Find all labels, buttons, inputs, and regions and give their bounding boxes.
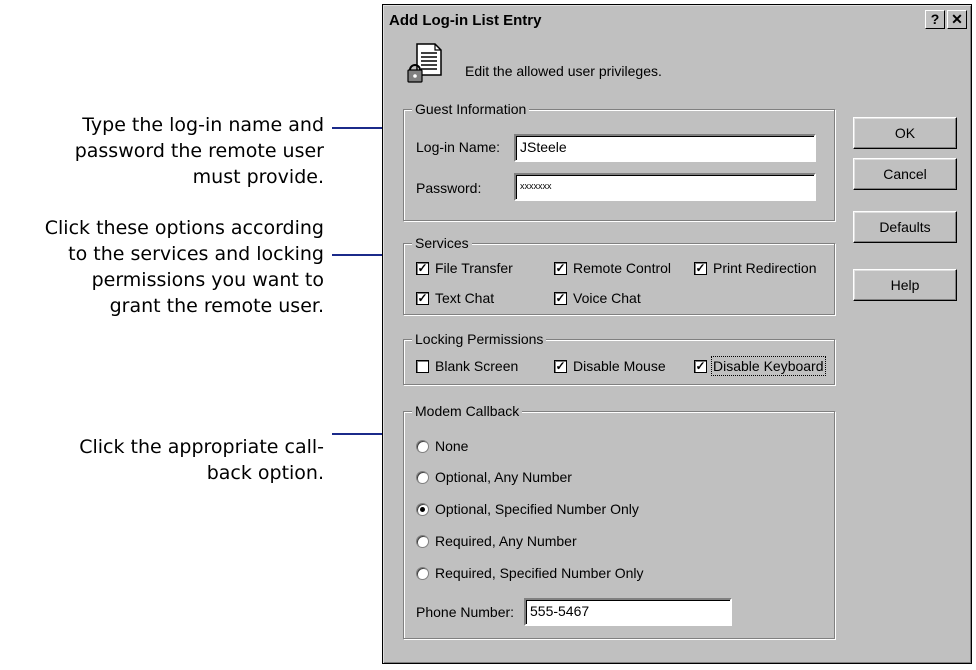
title-bar: Add Log-in List Entry ? ✕ [385, 7, 969, 33]
radio-empty-icon [416, 566, 429, 580]
checkbox-label: Disable Mouse [573, 358, 666, 374]
callback-required-specified-radio[interactable]: Required, Specified Number Only [416, 565, 644, 581]
callback-required-any-radio[interactable]: Required, Any Number [416, 533, 577, 549]
check-icon: ✓ [416, 260, 429, 275]
checkbox-label: Blank Screen [435, 358, 519, 374]
checkbox-label: Text Chat [435, 290, 495, 306]
check-icon: ✓ [694, 358, 707, 373]
help-title-button[interactable]: ? [925, 10, 945, 29]
callback-none-radio[interactable]: None [416, 438, 468, 454]
document-lock-icon [405, 41, 445, 85]
guest-info-group: Guest Information Log-in Name: JSteele P… [403, 101, 835, 221]
checkbox-label: File Transfer [435, 260, 513, 276]
radio-selected-icon [416, 502, 429, 516]
defaults-button[interactable]: Defaults [853, 211, 957, 243]
password-label: Password: [416, 180, 482, 196]
dialog-description: Edit the allowed user privileges. [465, 63, 662, 79]
radio-empty-icon [416, 534, 429, 548]
help-button[interactable]: Help [853, 269, 957, 301]
radio-empty-icon [416, 439, 429, 453]
callout-line: Click the appropriate call- [79, 436, 324, 458]
file-transfer-checkbox[interactable]: ✓ File Transfer [416, 260, 513, 276]
services-group: Services ✓ File Transfer ✓ Remote Contro… [403, 235, 835, 315]
callout-line: password the remote user [74, 140, 324, 162]
cancel-button[interactable]: Cancel [853, 158, 957, 190]
modem-callback-group: Modem Callback None Optional, Any Number… [403, 403, 835, 639]
disable-keyboard-checkbox[interactable]: ✓ Disable Keyboard [694, 356, 826, 376]
print-redirection-checkbox[interactable]: ✓ Print Redirection [694, 260, 817, 276]
callback-legend: Modem Callback [412, 403, 523, 419]
radio-label: Optional, Specified Number Only [435, 501, 639, 517]
callback-optional-specified-radio[interactable]: Optional, Specified Number Only [416, 501, 639, 517]
phone-number-field[interactable]: 555-5467 [524, 598, 732, 626]
callout-login: Type the log-in name and password the re… [75, 112, 324, 190]
add-login-dialog: Add Log-in List Entry ? ✕ Edit the allow… [382, 4, 972, 664]
blank-screen-checkbox[interactable]: Blank Screen [416, 358, 518, 374]
voice-chat-checkbox[interactable]: ✓ Voice Chat [554, 290, 641, 306]
guest-info-legend: Guest Information [412, 101, 530, 117]
locking-permissions-group: Locking Permissions Blank Screen ✓ Disab… [403, 331, 835, 385]
check-icon: ✓ [554, 260, 567, 275]
check-icon: ✓ [554, 358, 567, 373]
callout-callback: Click the appropriate call- back option. [79, 434, 324, 486]
checkbox-empty-icon [416, 359, 429, 373]
radio-empty-icon [416, 470, 429, 484]
services-legend: Services [412, 235, 472, 251]
callout-line: to the services and locking [68, 243, 324, 265]
checkbox-label: Print Redirection [713, 260, 817, 276]
callout-services: Click these options according to the ser… [45, 215, 324, 319]
radio-label: Required, Specified Number Only [435, 565, 644, 581]
close-button[interactable]: ✕ [947, 10, 967, 29]
text-chat-checkbox[interactable]: ✓ Text Chat [416, 290, 494, 306]
callout-line: must provide. [192, 166, 324, 188]
check-icon: ✓ [554, 290, 567, 305]
disable-mouse-checkbox[interactable]: ✓ Disable Mouse [554, 358, 666, 374]
locking-legend: Locking Permissions [412, 331, 547, 347]
callback-optional-any-radio[interactable]: Optional, Any Number [416, 469, 572, 485]
callout-line: back option. [206, 462, 324, 484]
check-icon: ✓ [416, 290, 429, 305]
remote-control-checkbox[interactable]: ✓ Remote Control [554, 260, 671, 276]
radio-label: Optional, Any Number [435, 469, 572, 485]
callout-line: Click these options according [44, 217, 324, 239]
login-name-label: Log-in Name: [416, 139, 501, 155]
password-field[interactable]: xxxxxxx [514, 173, 816, 201]
checkbox-label: Disable Keyboard [711, 356, 826, 376]
checkbox-label: Voice Chat [573, 290, 641, 306]
radio-label: Required, Any Number [435, 533, 577, 549]
ok-button[interactable]: OK [853, 117, 957, 149]
phone-number-label: Phone Number: [416, 604, 515, 620]
callout-line: Type the log-in name and [82, 114, 324, 136]
radio-label: None [435, 438, 469, 454]
dialog-title: Add Log-in List Entry [389, 11, 542, 29]
callout-line: grant the remote user. [109, 295, 324, 317]
check-icon: ✓ [694, 260, 707, 275]
login-name-field[interactable]: JSteele [514, 134, 816, 162]
callout-line: permissions you want to [91, 269, 324, 291]
checkbox-label: Remote Control [573, 260, 672, 276]
